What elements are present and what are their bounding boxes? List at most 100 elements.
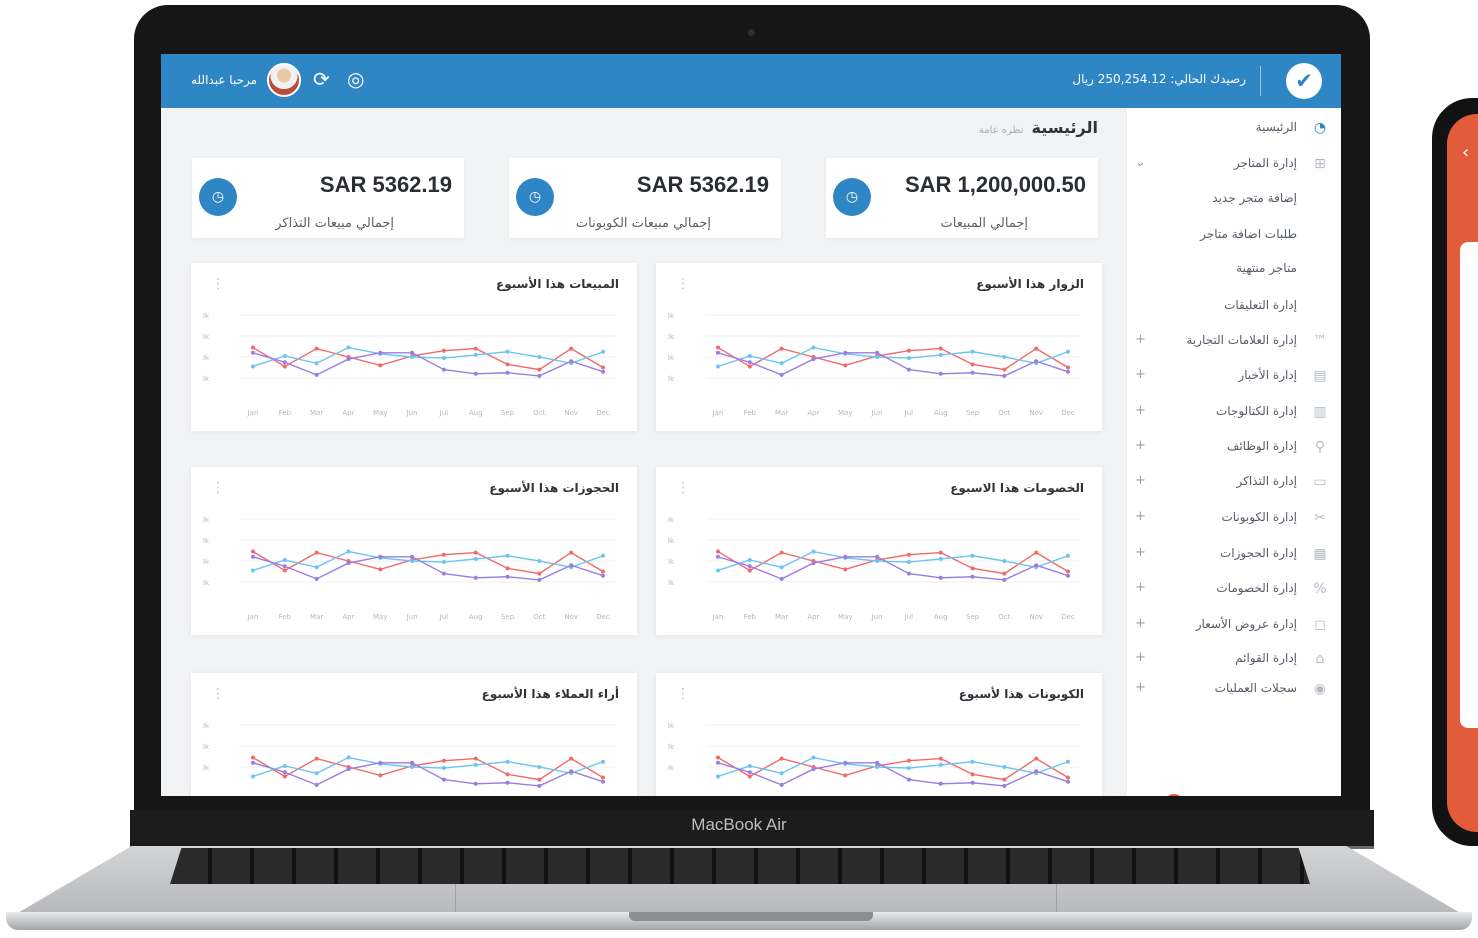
data-point <box>1066 779 1070 784</box>
data-point <box>569 563 574 568</box>
data-point <box>251 549 255 554</box>
sidebar-item-catalogs[interactable]: ▥ إدارة الكتالوجات + <box>1127 398 1341 428</box>
line-chart: 400k300k200kJanFebMarAprMayJunJulAugSepO… <box>668 722 1080 788</box>
data-point <box>441 758 446 763</box>
data-point <box>747 353 752 358</box>
x-tick-label: Sep <box>501 409 515 417</box>
data-point <box>505 349 510 354</box>
x-tick-label: Feb <box>744 613 757 621</box>
data-point <box>938 371 943 376</box>
data-point <box>970 780 975 785</box>
app-screen: ✔ رصيدك الحالي: 250,254.12 ريال مرحبا عب… <box>161 54 1341 796</box>
data-point <box>441 348 446 353</box>
sidebar-item-jobs[interactable]: ⚲ إدارة الوظائف + <box>1127 433 1341 463</box>
more-vertical-icon[interactable]: ⋮ <box>211 481 225 495</box>
sidebar-item-menus[interactable]: ⌂ إدارة القوائم + <box>1127 645 1341 675</box>
plus-icon[interactable]: + <box>1135 680 1146 695</box>
sidebar-subitem-expired-stores[interactable]: متاجر منتهية <box>1127 255 1341 285</box>
plus-icon[interactable]: + <box>1135 545 1146 560</box>
top-bar-divider <box>1260 66 1261 96</box>
data-point <box>938 575 943 580</box>
data-point <box>378 773 383 778</box>
plus-icon[interactable]: + <box>1135 438 1146 453</box>
sidebar-item-tickets[interactable]: ▭ إدارة التذاكر + <box>1127 468 1341 498</box>
sidebar-subitem-store-requests[interactable]: طلبات اضافة متاجر <box>1127 221 1341 251</box>
more-vertical-icon[interactable]: ⋮ <box>676 277 690 291</box>
plus-icon[interactable]: + <box>1135 509 1146 524</box>
chart-card: الخصومات هذا الاسبوع ⋮ 400k 300k 200k 100k J… <box>656 467 1102 635</box>
sidebar-item-discounts[interactable]: % إدارة الخصومات + <box>1127 575 1341 605</box>
sidebar-item-coupons[interactable]: ✂ إدارة الكوبونات + <box>1127 504 1341 534</box>
more-vertical-icon[interactable]: ⋮ <box>676 687 690 701</box>
plus-icon[interactable]: + <box>1135 650 1146 665</box>
data-point <box>747 564 752 569</box>
plus-icon[interactable]: + <box>1135 473 1146 488</box>
y-tick-label: 300k <box>203 743 210 751</box>
plus-icon[interactable]: + <box>1135 616 1146 631</box>
user-avatar[interactable] <box>267 63 301 97</box>
data-point <box>1002 373 1007 378</box>
chart-title: الكوبونات هذا لأسبوع <box>958 687 1084 701</box>
data-point <box>282 364 287 369</box>
sidebar: ◔ الرئيسية ⊞ إدارة المتاجر ⌄ إضافة متجر … <box>1126 108 1341 796</box>
data-point <box>282 770 287 775</box>
data-point <box>314 361 319 366</box>
more-vertical-icon[interactable]: ⋮ <box>211 277 225 291</box>
sidebar-item-bookings[interactable]: ▦ إدارة الحجوزات + <box>1127 540 1341 570</box>
data-point <box>378 760 383 765</box>
sidebar-item-news[interactable]: ▤ إدارة الأخبار + <box>1127 362 1341 392</box>
sidebar-item-logs[interactable]: ◉ سجلات العمليات + <box>1127 675 1341 705</box>
data-point <box>747 557 752 562</box>
data-point <box>843 350 848 355</box>
x-tick-label: Sep <box>966 613 980 621</box>
plus-icon[interactable]: + <box>1135 367 1146 382</box>
data-point <box>1034 359 1039 364</box>
data-point <box>251 364 255 369</box>
x-tick-label: Aug <box>934 409 948 417</box>
x-tick-label: Jul <box>904 613 914 621</box>
plus-icon[interactable]: + <box>1135 403 1146 418</box>
x-tick-label: Aug <box>469 409 483 417</box>
sidebar-item-label: إدارة الكوبونات <box>1221 510 1297 524</box>
data-point <box>1034 756 1039 761</box>
phone-back-icon[interactable]: ‹ <box>1462 142 1469 163</box>
data-point <box>1034 346 1039 351</box>
data-point <box>1002 783 1007 788</box>
data-point <box>505 780 510 785</box>
chevron-down-icon[interactable]: ⌄ <box>1135 155 1146 170</box>
plus-icon[interactable]: + <box>1135 332 1146 347</box>
chart-circle-icon: ◷ <box>516 178 554 216</box>
sidebar-item-home[interactable]: ◔ الرئيسية <box>1127 114 1341 144</box>
data-point <box>875 554 880 559</box>
x-tick-label: Nov <box>1029 613 1043 621</box>
sidebar-item-stores[interactable]: ⊞ إدارة المتاجر ⌄ <box>1127 150 1341 180</box>
data-point <box>410 355 415 359</box>
more-vertical-icon[interactable]: ⋮ <box>211 687 225 701</box>
more-vertical-icon[interactable]: ⋮ <box>676 481 690 495</box>
data-point <box>251 554 255 559</box>
data-point <box>601 369 605 374</box>
check-logo-icon[interactable]: ✔ <box>1286 63 1322 99</box>
sidebar-item-price-offers[interactable]: ◻ إدارة عروض الأسعار + <box>1127 611 1341 641</box>
sidebar-item-label: إدارة القوائم <box>1235 651 1297 665</box>
sidebar-subitem-comments[interactable]: إدارة التعليقات <box>1127 292 1341 322</box>
data-point <box>1066 759 1070 764</box>
sidebar-subitem-add-store[interactable]: إضافة متجر جديد <box>1127 185 1341 215</box>
data-point <box>970 574 975 579</box>
x-tick-label: Feb <box>279 409 292 417</box>
x-tick-label: Jan <box>247 409 259 417</box>
x-tick-label: Sep <box>501 613 515 621</box>
refresh-icon[interactable]: ⟳ <box>313 68 330 90</box>
globe-icon[interactable]: ◎ <box>347 68 364 90</box>
data-point <box>938 352 943 357</box>
log-icon: ◉ <box>1313 681 1327 697</box>
booking-icon: ▦ <box>1313 546 1327 562</box>
plus-icon[interactable]: + <box>1135 580 1146 595</box>
data-point <box>601 365 605 370</box>
data-point <box>441 552 446 557</box>
data-point <box>601 775 605 780</box>
data-point <box>1066 573 1070 578</box>
sidebar-item-trademarks[interactable]: ™ إدارة العلامات التجارية + <box>1127 327 1341 357</box>
x-tick-label: Mar <box>310 613 323 621</box>
data-point <box>747 774 752 779</box>
